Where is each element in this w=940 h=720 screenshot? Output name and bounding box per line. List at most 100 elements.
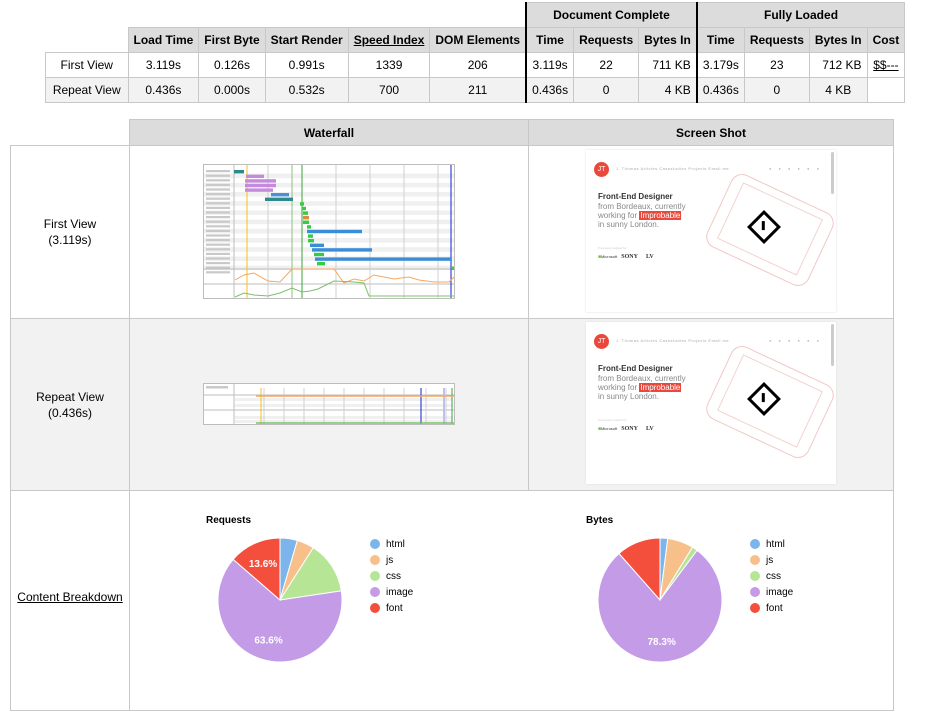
cell: 23 [743,52,810,78]
repeat-view-waterfall[interactable] [203,382,455,425]
scrollbar [831,324,834,366]
url-label [206,174,230,177]
content-breakdown-link[interactable]: Content Breakdown [17,589,122,605]
legend-label: font [766,602,783,614]
col-doc-time: Time [525,27,575,53]
legend-swatch [750,539,760,549]
table-row: First View 3.119s 0.126s 0.991s 1339 206… [45,52,906,78]
legend-label: css [386,570,401,582]
data-label: 13.6% [249,559,277,570]
first-view-screenshot[interactable]: JT J. Thomas Articles Casestudies Projec… [586,149,836,312]
legend-item-image: image [370,584,413,600]
row-stripe [204,209,454,215]
col-doc-requests: Requests [573,27,640,53]
legend-label: css [766,570,781,582]
first-view-label: First View [43,217,97,231]
url-label [206,266,230,269]
url-label [206,183,230,186]
legend-swatch [370,603,380,613]
repeat-view-screenshot[interactable]: JT J. Thomas Articles Casestudies Projec… [586,322,836,484]
url-label [206,256,230,260]
table-row: Repeat View 0.436s 0.000s 0.532s 700 211… [45,77,906,103]
col-cost: Cost [866,27,906,53]
row-stripe [204,173,454,178]
legend-item-font: font [750,600,793,616]
cell: 0.000s [198,77,266,103]
col-doc-bytes: Bytes In [638,27,698,53]
cell: 0.991s [264,52,349,78]
legend-label: image [386,586,414,598]
waterfall-bar [308,238,314,242]
legend-label: font [386,602,403,614]
cost-link[interactable]: $$--- [873,58,898,72]
cell: 4 KB [808,77,868,103]
url-label [206,169,230,172]
cell: 0.126s [198,52,266,78]
legend-item-html: html [750,536,793,552]
cell: 1339 [347,52,431,78]
legend-label: image [766,586,794,598]
url-label [206,220,230,223]
screenshot-header: Screen Shot [528,119,894,146]
url-label [206,178,230,181]
social-icons: ● ● ● ● ● ● [768,165,822,171]
waterfall-bar [315,256,451,261]
waterfall-bar [312,247,372,252]
cell: 0.436s [127,77,200,103]
data-label: 78.3% [647,637,675,648]
cell [866,77,906,103]
url-label [206,238,230,241]
legend-item-image: image [750,584,793,600]
cell: 711 KB [638,52,698,78]
waterfall-bar [303,215,309,219]
legend-swatch [750,603,760,613]
waterfall-bar [245,178,276,183]
legend-swatch [370,571,380,581]
waterfall-header: Waterfall [129,119,529,146]
waterfall-bar [307,229,362,233]
speed-index-link[interactable]: Speed Index [354,33,425,47]
waterfall-bar [307,224,311,229]
group-document-complete: Document Complete [525,2,698,28]
brand-logos: ■Microsoft SONY LV [598,253,654,260]
waterfall-bar [317,261,325,265]
url-label [206,187,230,191]
repeat-view-time: (0.436s) [47,405,93,420]
data-label: 63.6% [254,635,282,646]
repeat-view-row: Repeat View (0.436s) JT J. Thomas Articl… [10,318,894,491]
row-stripe [204,265,454,270]
legend-swatch [370,587,380,597]
row-stripe [204,200,454,206]
row-label: Repeat View [45,77,129,103]
waterfall-bar [245,187,273,192]
waterfall-chart [204,164,456,298]
waterfall-bar [314,252,324,256]
cell: 700 [347,77,431,103]
legend-item-css: css [750,568,793,584]
waterfall-bar [245,183,276,187]
col-start-render: Start Render [264,27,349,53]
legend-item-js: js [370,552,413,568]
site-nav: J. Thomas Articles Casestudies Projects … [616,338,730,343]
first-view-time: (3.119s) [48,233,92,247]
waterfall-bar [303,220,309,224]
url-label [206,215,230,218]
row-label: First View [45,52,129,78]
repeat-view-label: Repeat View [36,389,104,404]
col-load-time: Load Time [127,27,200,53]
waterfall-bar [300,201,304,206]
cell: 0 [573,77,640,103]
site-logo-icon: JT [594,161,609,177]
first-view-waterfall[interactable] [203,163,456,299]
site-logo-icon: JT [594,334,609,349]
legend-item-html: html [370,536,413,552]
cell: 3.119s [525,52,575,78]
col-speed-index[interactable]: Speed Index [347,27,431,53]
url-label [206,233,230,237]
legend-swatch [750,587,760,597]
url-label [206,224,230,227]
legend-swatch [370,555,380,565]
waterfall-bar [246,174,264,178]
url-label [206,252,230,255]
url-label [206,247,230,250]
